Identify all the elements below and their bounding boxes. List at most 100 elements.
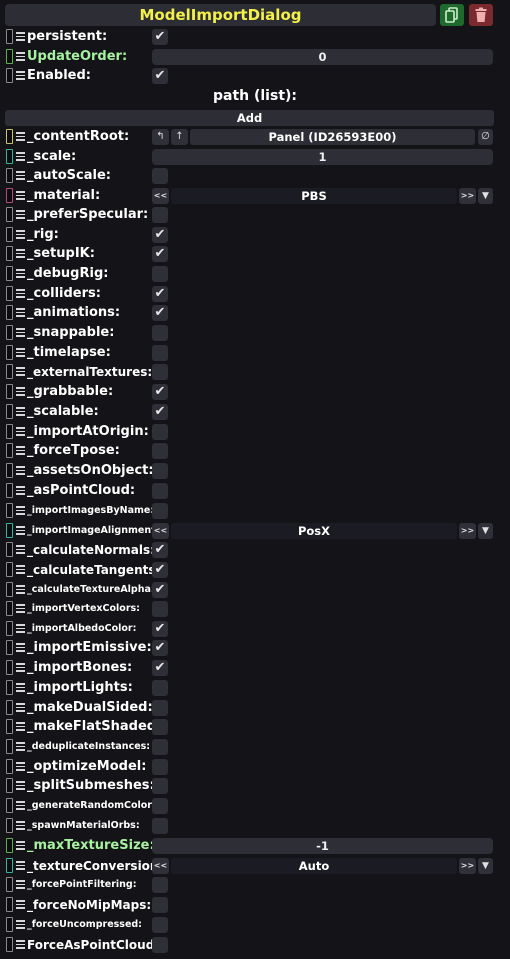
menu-icon[interactable] bbox=[16, 230, 25, 239]
menu-icon[interactable] bbox=[16, 446, 25, 455]
make-dual-sided-checkbox[interactable] bbox=[152, 700, 168, 716]
menu-icon[interactable] bbox=[16, 348, 25, 357]
auto-scale-checkbox[interactable] bbox=[152, 168, 168, 184]
split-submeshes-checkbox[interactable] bbox=[152, 778, 168, 794]
image-alignment-prev-button[interactable]: << bbox=[152, 523, 169, 539]
menu-icon[interactable] bbox=[16, 900, 25, 909]
import-at-origin-checkbox[interactable] bbox=[152, 424, 168, 440]
scale-field[interactable]: 1 bbox=[152, 149, 493, 165]
import-bones-checkbox[interactable]: ✔ bbox=[152, 660, 168, 676]
menu-icon[interactable] bbox=[16, 821, 25, 830]
image-alignment-dropdown-button[interactable]: ▼ bbox=[478, 523, 493, 539]
calculate-texture-alpha-checkbox[interactable]: ✔ bbox=[152, 582, 168, 598]
menu-icon[interactable] bbox=[16, 132, 25, 141]
add-path-button[interactable]: Add bbox=[5, 110, 494, 126]
menu-icon[interactable] bbox=[16, 328, 25, 337]
menu-icon[interactable] bbox=[16, 466, 25, 475]
menu-icon[interactable] bbox=[16, 545, 25, 554]
menu-icon[interactable] bbox=[16, 191, 25, 200]
menu-icon[interactable] bbox=[16, 604, 25, 613]
material-next-button[interactable]: >> bbox=[459, 188, 476, 204]
deduplicate-instances-checkbox[interactable] bbox=[152, 739, 168, 755]
texture-conversion-next-button[interactable]: >> bbox=[459, 858, 476, 874]
menu-icon[interactable] bbox=[16, 407, 25, 416]
menu-icon[interactable] bbox=[16, 940, 25, 949]
material-prev-button[interactable]: << bbox=[152, 188, 169, 204]
delete-button[interactable] bbox=[469, 4, 493, 26]
menu-icon[interactable] bbox=[16, 249, 25, 258]
force-uncompressed-checkbox[interactable] bbox=[152, 917, 168, 933]
update-order-field[interactable]: 0 bbox=[152, 49, 493, 65]
menu-icon[interactable] bbox=[16, 565, 25, 574]
menu-icon[interactable] bbox=[16, 367, 25, 376]
colliders-checkbox[interactable]: ✔ bbox=[152, 286, 168, 302]
as-point-cloud-checkbox[interactable] bbox=[152, 483, 168, 499]
spawn-material-orbs-checkbox[interactable] bbox=[152, 818, 168, 834]
calculate-normals-checkbox[interactable]: ✔ bbox=[152, 542, 168, 558]
force-tpose-checkbox[interactable] bbox=[152, 443, 168, 459]
max-texture-size-field[interactable]: -1 bbox=[152, 838, 493, 854]
menu-icon[interactable] bbox=[16, 308, 25, 317]
menu-icon[interactable] bbox=[16, 387, 25, 396]
grab-reference-button[interactable]: ↑ bbox=[171, 129, 188, 145]
menu-icon[interactable] bbox=[16, 801, 25, 810]
duplicate-button[interactable] bbox=[440, 4, 464, 26]
menu-icon[interactable] bbox=[16, 703, 25, 712]
snappable-checkbox[interactable] bbox=[152, 325, 168, 341]
menu-icon[interactable] bbox=[16, 841, 25, 850]
content-root-reference-field[interactable]: Panel (ID26593E00) bbox=[190, 129, 475, 145]
menu-icon[interactable] bbox=[16, 762, 25, 771]
menu-icon[interactable] bbox=[16, 210, 25, 219]
menu-icon[interactable] bbox=[16, 880, 25, 889]
menu-icon[interactable] bbox=[16, 427, 25, 436]
make-flat-shaded-checkbox[interactable] bbox=[152, 719, 168, 735]
rig-checkbox[interactable]: ✔ bbox=[152, 227, 168, 243]
calculate-tangents-checkbox[interactable]: ✔ bbox=[152, 562, 168, 578]
force-no-mip-maps-checkbox[interactable] bbox=[152, 897, 168, 913]
menu-icon[interactable] bbox=[16, 506, 25, 515]
optimize-model-checkbox[interactable] bbox=[152, 759, 168, 775]
import-albedo-color-checkbox[interactable]: ✔ bbox=[152, 621, 168, 637]
menu-icon[interactable] bbox=[16, 71, 25, 80]
material-dropdown-button[interactable]: ▼ bbox=[478, 188, 493, 204]
menu-icon[interactable] bbox=[16, 152, 25, 161]
debug-rig-checkbox[interactable] bbox=[152, 266, 168, 282]
menu-icon[interactable] bbox=[16, 742, 25, 751]
menu-icon[interactable] bbox=[16, 643, 25, 652]
import-vertex-colors-checkbox[interactable] bbox=[152, 601, 168, 617]
menu-icon[interactable] bbox=[16, 171, 25, 180]
menu-icon[interactable] bbox=[16, 624, 25, 633]
setup-ik-checkbox[interactable]: ✔ bbox=[152, 246, 168, 262]
menu-icon[interactable] bbox=[16, 920, 25, 929]
import-images-by-name-checkbox[interactable] bbox=[152, 503, 168, 519]
grabbable-checkbox[interactable]: ✔ bbox=[152, 384, 168, 400]
image-alignment-next-button[interactable]: >> bbox=[459, 523, 476, 539]
scalable-checkbox[interactable]: ✔ bbox=[152, 404, 168, 420]
persistent-checkbox[interactable]: ✔ bbox=[152, 29, 168, 45]
menu-icon[interactable] bbox=[16, 526, 25, 535]
menu-icon[interactable] bbox=[16, 663, 25, 672]
menu-icon[interactable] bbox=[16, 585, 25, 594]
menu-icon[interactable] bbox=[16, 781, 25, 790]
menu-icon[interactable] bbox=[16, 722, 25, 731]
animations-checkbox[interactable]: ✔ bbox=[152, 305, 168, 321]
texture-conversion-dropdown-button[interactable]: ▼ bbox=[478, 858, 493, 874]
menu-icon[interactable] bbox=[16, 486, 25, 495]
menu-icon[interactable] bbox=[16, 269, 25, 278]
texture-conversion-prev-button[interactable]: << bbox=[152, 858, 169, 874]
menu-icon[interactable] bbox=[16, 683, 25, 692]
generate-random-colors-checkbox[interactable] bbox=[152, 798, 168, 814]
menu-icon[interactable] bbox=[16, 32, 25, 41]
force-point-filtering-checkbox[interactable] bbox=[152, 877, 168, 893]
jump-to-reference-button[interactable]: ↰ bbox=[152, 129, 169, 145]
assets-on-object-checkbox[interactable] bbox=[152, 463, 168, 479]
external-textures-checkbox[interactable] bbox=[152, 364, 168, 380]
clear-reference-button[interactable]: ∅ bbox=[478, 129, 493, 145]
prefer-specular-checkbox[interactable] bbox=[152, 207, 168, 223]
enabled-checkbox[interactable]: ✔ bbox=[152, 68, 168, 84]
force-as-point-cloud-checkbox[interactable] bbox=[152, 937, 168, 953]
menu-icon[interactable] bbox=[16, 289, 25, 298]
import-emissive-checkbox[interactable]: ✔ bbox=[152, 640, 168, 656]
timelapse-checkbox[interactable] bbox=[152, 345, 168, 361]
menu-icon[interactable] bbox=[16, 861, 25, 870]
